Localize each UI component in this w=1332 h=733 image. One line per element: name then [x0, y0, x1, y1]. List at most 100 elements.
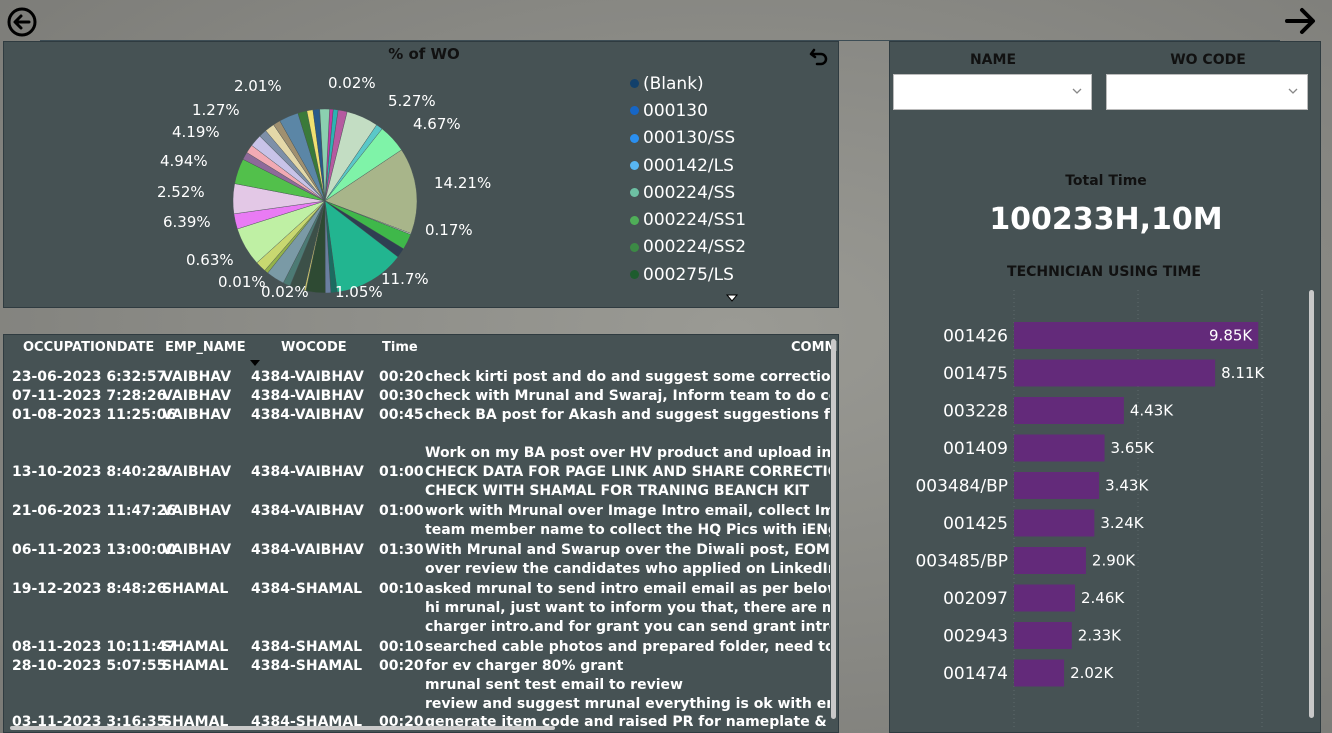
- cell-emp-name: SHAMAL: [162, 581, 229, 597]
- cell-emp-name: SHAMAL: [162, 658, 229, 674]
- cell-emp-name: VAIBHAV: [162, 388, 232, 404]
- name-filter-dropdown[interactable]: [893, 74, 1092, 110]
- bar-category-label: 001425: [943, 514, 1008, 534]
- cell-date: 28-10-2023 5:07:55: [12, 658, 167, 674]
- legend-item[interactable]: 000224/SS: [630, 179, 746, 206]
- cell-date: 19-12-2023 8:48:26: [12, 581, 167, 597]
- bar-category-label: 002943: [943, 627, 1008, 647]
- legend-item[interactable]: 000224/SS2: [630, 234, 746, 261]
- scrollbar-thumb[interactable]: [831, 339, 836, 719]
- cell-comments: for ev charger 80% grant: [425, 658, 624, 674]
- bar-value-label: 2.33K: [1078, 627, 1122, 645]
- pie-label: 0.17%: [425, 221, 473, 239]
- pie-legend: (Blank) 000130 000130/SS 000142/LS 00022…: [630, 70, 746, 288]
- bar-chart-title: TECHNICIAN USING TIME: [1007, 264, 1201, 280]
- col-header-time[interactable]: Time: [382, 340, 418, 355]
- wocode-filter-label: WO CODE: [1170, 52, 1246, 68]
- pie-label: 1.27%: [192, 101, 240, 119]
- legend-dot: [630, 133, 639, 143]
- worklog-table: OCCUPATIONDATE EMP_NAME WOCODE Time COMM…: [3, 334, 839, 733]
- cell-comments: check BA post for Akash and suggest sugg…: [425, 407, 830, 423]
- cell-time: 01:30: [379, 542, 424, 558]
- bar-category-label: 003228: [943, 402, 1008, 422]
- bar[interactable]: [1014, 584, 1076, 612]
- cell-date: 07-11-2023 7:28:26: [12, 388, 167, 404]
- back-button[interactable]: [5, 5, 39, 39]
- cell-wocode: 4384-VAIBHAV: [251, 542, 364, 558]
- legend-dot: [630, 106, 639, 116]
- bar-value-label: 3.43K: [1105, 477, 1149, 495]
- undo-icon: [809, 48, 828, 66]
- cell-time: 00:10: [379, 581, 424, 597]
- cell-time: 01:00: [379, 503, 424, 519]
- legend-label: 000224/SS2: [643, 237, 747, 258]
- cell-comments: work with Mrunal over Image Intro email,…: [425, 503, 830, 519]
- bar[interactable]: [1014, 622, 1072, 649]
- cell-emp-name: SHAMAL: [162, 639, 229, 655]
- cell-comments: searched cable photos and prepared folde…: [425, 639, 830, 655]
- cell-wocode: 4384-VAIBHAV: [251, 503, 364, 519]
- bar[interactable]: [1014, 659, 1065, 687]
- cell-wocode: 4384-VAIBHAV: [251, 464, 364, 480]
- pie-title: % of WO: [388, 45, 460, 63]
- legend-scroll-down-icon[interactable]: [725, 293, 739, 303]
- pie-label: 0.02%: [261, 283, 309, 301]
- pie-label: 4.19%: [172, 123, 220, 141]
- bar[interactable]: [1014, 359, 1216, 387]
- legend-item[interactable]: 000130: [630, 97, 746, 124]
- legend-label: 000224/SS1: [643, 210, 747, 231]
- cell-date: 01-08-2023 11:25:06: [12, 407, 177, 423]
- scrollbar-thumb[interactable]: [1309, 290, 1314, 718]
- cell-date: 23-06-2023 6:32:57: [12, 369, 167, 385]
- col-header-wocode[interactable]: WOCODE: [281, 340, 347, 355]
- chart-vertical-scrollbar[interactable]: [1309, 290, 1314, 718]
- bar-value-label: 2.46K: [1081, 589, 1125, 607]
- cell-comments: CHECK WITH SHAMAL FOR TRANING BEANCH KIT: [425, 483, 810, 499]
- bar-value-label: 4.43K: [1130, 402, 1174, 420]
- pie-label: 1.05%: [335, 283, 383, 301]
- cell-date: 21-06-2023 11:47:26: [12, 503, 177, 519]
- legend-item[interactable]: 000130/SS: [630, 125, 746, 152]
- wocode-filter-dropdown[interactable]: [1106, 74, 1308, 110]
- col-header-date[interactable]: OCCUPATIONDATE: [23, 340, 154, 355]
- name-filter-label: NAME: [969, 52, 1017, 68]
- bar[interactable]: [1014, 547, 1086, 574]
- cell-time: 00:30: [379, 388, 424, 404]
- legend-label: 000130: [643, 100, 708, 121]
- cell-date: 13-10-2023 8:40:28: [12, 464, 167, 480]
- scrollbar-thumb[interactable]: [10, 726, 555, 730]
- legend-dot: [630, 242, 639, 252]
- table-vertical-scrollbar[interactable]: [831, 339, 836, 729]
- forward-button[interactable]: [1284, 4, 1318, 38]
- chevron-down-icon: [1072, 88, 1082, 94]
- legend-item[interactable]: (Blank): [630, 70, 746, 97]
- cell-time: 00:10: [379, 639, 424, 655]
- bar[interactable]: [1014, 509, 1095, 537]
- bar-value-label: 8.11K: [1221, 364, 1265, 382]
- cell-comments: team member name to collect the HQ Pics …: [425, 522, 830, 538]
- total-time-value: 100233H,10M: [989, 202, 1223, 237]
- col-header-emp[interactable]: EMP_NAME: [165, 340, 246, 355]
- cell-comments: With Mrunal and Swarup over the Diwali p…: [425, 542, 830, 558]
- bar[interactable]: [1014, 397, 1124, 424]
- undo-button[interactable]: [808, 46, 830, 68]
- cell-comments: check kirti post and do and suggest some…: [425, 369, 830, 385]
- cell-time: 01:00: [379, 464, 424, 480]
- legend-item[interactable]: 000275/LS: [630, 261, 746, 288]
- cell-wocode: 4384-SHAMAL: [251, 581, 363, 597]
- legend-item[interactable]: 000142/LS: [630, 152, 746, 179]
- pie-label: 14.21%: [434, 174, 492, 192]
- technician-time-bar-chart[interactable]: 001426 9.85K 001475 8.11K 003228 4.43K 001409 3…: [890, 282, 1310, 732]
- pie-label: 2.52%: [157, 183, 205, 201]
- cell-date: 06-11-2023 13:00:00: [12, 542, 177, 558]
- bar-value-label: 3.24K: [1100, 514, 1144, 532]
- bar[interactable]: [1014, 434, 1105, 462]
- chevron-down-icon: [1288, 88, 1298, 94]
- wo-pie-panel: % of WO 0.02% 5.27% 4.67% 14.21% 0.17% 1…: [3, 41, 839, 308]
- legend-item[interactable]: 000224/SS1: [630, 206, 746, 233]
- legend-dot: [630, 161, 639, 171]
- legend-label: 000130/SS: [643, 128, 736, 149]
- cell-wocode: 4384-SHAMAL: [251, 658, 363, 674]
- bar[interactable]: [1014, 472, 1100, 499]
- table-horizontal-scrollbar[interactable]: [10, 726, 830, 730]
